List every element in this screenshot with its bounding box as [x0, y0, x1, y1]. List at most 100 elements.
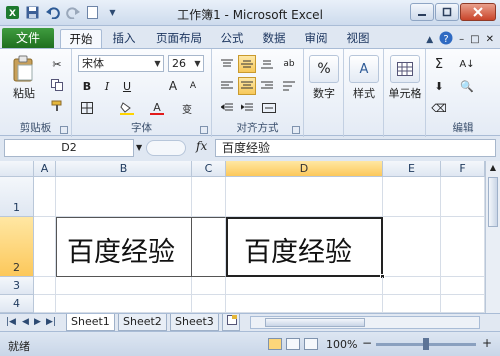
column-header-f[interactable]: F [441, 161, 485, 177]
merge-center-icon[interactable] [260, 99, 278, 117]
decrease-indent-icon[interactable] [218, 99, 236, 117]
h-scroll-thumb[interactable] [265, 318, 365, 327]
scroll-up-icon[interactable]: ▲ [486, 161, 500, 175]
column-header-c[interactable]: C [192, 161, 226, 177]
phonetic-icon[interactable]: 变 [178, 99, 196, 117]
align-center-icon[interactable] [238, 77, 256, 95]
page-layout-view-icon[interactable] [286, 338, 300, 350]
font-size-combo[interactable]: 26 ▼ [168, 55, 204, 72]
cell-f4[interactable] [441, 295, 485, 313]
help-icon[interactable]: ? [439, 31, 453, 48]
font-name-combo[interactable]: 宋体 ▼ [78, 55, 164, 72]
zoom-slider-thumb[interactable] [423, 338, 429, 350]
prev-sheet-icon[interactable]: ◀ [22, 317, 29, 327]
cell-e3[interactable] [383, 277, 441, 295]
horizontal-scrollbar[interactable] [250, 316, 480, 329]
insert-function-button[interactable]: fx [196, 139, 207, 153]
orientation-icon[interactable]: ab [280, 55, 298, 73]
ribbon-minimize-icon[interactable]: ▲ [426, 35, 433, 45]
cell-b2[interactable]: 百度经验 [56, 217, 192, 277]
bold-icon[interactable]: B [78, 77, 96, 95]
sort-filter-icon[interactable]: A↓ [458, 55, 476, 73]
select-all-corner[interactable] [0, 161, 34, 177]
cell-a4[interactable] [34, 295, 56, 313]
cell-e4[interactable] [383, 295, 441, 313]
close-icon[interactable] [460, 3, 496, 21]
cell-b3[interactable] [56, 277, 192, 295]
column-header-b[interactable]: B [56, 161, 192, 177]
row-header-4[interactable]: 4 [0, 295, 34, 313]
tab-data[interactable]: 数据 [256, 29, 292, 48]
cells-button[interactable]: 单元格 [386, 55, 424, 101]
cell-d1[interactable] [226, 177, 383, 217]
cut-icon[interactable]: ✂ [48, 55, 66, 73]
fill-icon[interactable]: ⬇ [430, 77, 448, 95]
tab-formulas[interactable]: 公式 [214, 29, 250, 48]
column-header-a[interactable]: A [34, 161, 56, 177]
increase-indent-icon[interactable] [238, 99, 256, 117]
normal-view-icon[interactable] [268, 338, 282, 350]
sheet-tab-sheet3[interactable]: Sheet3 [170, 314, 219, 331]
insert-sheet-icon[interactable] [222, 314, 240, 331]
tab-view[interactable]: 视图 [340, 29, 376, 48]
page-break-view-icon[interactable] [304, 338, 318, 350]
shrink-font-icon[interactable]: A [184, 77, 202, 95]
row-header-3[interactable]: 3 [0, 277, 34, 295]
first-sheet-icon[interactable]: |◀ [6, 317, 16, 327]
formula-input[interactable]: 百度经验 [215, 139, 496, 157]
column-header-e[interactable]: E [383, 161, 441, 177]
cell-c2[interactable] [192, 217, 226, 277]
doc-close-icon[interactable]: ✕ [486, 34, 494, 45]
cancel-formula-icon[interactable] [146, 140, 186, 156]
column-header-d[interactable]: D [226, 161, 383, 177]
next-sheet-icon[interactable]: ▶ [34, 317, 41, 327]
cell-a1[interactable] [34, 177, 56, 217]
tab-review[interactable]: 审阅 [298, 29, 334, 48]
cell-f3[interactable] [441, 277, 485, 295]
zoom-level[interactable]: 100% [326, 338, 357, 351]
align-top-icon[interactable] [218, 55, 236, 73]
cell-e2[interactable] [385, 217, 441, 277]
clipboard-launcher-icon[interactable] [60, 126, 68, 134]
cell-e1[interactable] [383, 177, 441, 217]
cell-f1[interactable] [441, 177, 485, 217]
clear-icon[interactable]: ⌫ [430, 99, 448, 117]
cell-d3[interactable] [226, 277, 383, 295]
cell-d4[interactable] [226, 295, 383, 313]
name-box-dropdown-icon[interactable]: ▼ [136, 143, 142, 152]
worksheet-grid[interactable]: A B C D E F 1 2 3 4 百度经验 百度经验 ▲ [0, 161, 500, 313]
cell-d2[interactable]: 百度经验 [226, 217, 383, 277]
doc-restore-icon[interactable]: □ [470, 34, 479, 45]
cell-a2[interactable] [34, 217, 56, 277]
wrap-text-icon[interactable] [280, 77, 298, 95]
copy-icon[interactable] [48, 76, 66, 94]
vertical-scrollbar[interactable]: ▲ [485, 161, 500, 313]
sheet-tab-sheet2[interactable]: Sheet2 [118, 314, 167, 331]
minimize-icon[interactable] [410, 3, 434, 21]
autosum-icon[interactable]: Σ [430, 55, 448, 73]
align-left-icon[interactable] [218, 77, 236, 95]
cell-f2[interactable] [441, 217, 485, 277]
zoom-in-icon[interactable]: + [482, 336, 492, 350]
cell-b4[interactable] [56, 295, 192, 313]
tab-file[interactable]: 文件 [2, 28, 54, 48]
align-bottom-icon[interactable] [258, 55, 276, 73]
cell-c1[interactable] [192, 177, 226, 217]
borders-icon[interactable] [78, 99, 96, 117]
zoom-out-icon[interactable]: − [362, 336, 372, 350]
paste-button[interactable]: 粘贴 [6, 55, 42, 101]
underline-icon[interactable]: U [118, 77, 136, 95]
format-painter-icon[interactable] [48, 97, 66, 115]
align-right-icon[interactable] [258, 77, 276, 95]
zoom-slider[interactable] [376, 338, 476, 350]
font-launcher-icon[interactable] [200, 126, 208, 134]
doc-minimize-icon[interactable]: – [459, 34, 464, 45]
row-header-1[interactable]: 1 [0, 177, 34, 217]
font-color-icon[interactable]: A [148, 99, 166, 117]
scroll-thumb[interactable] [488, 177, 498, 227]
italic-icon[interactable]: I [98, 77, 116, 95]
sheet-tab-sheet1[interactable]: Sheet1 [66, 314, 115, 331]
fill-color-icon[interactable] [118, 99, 136, 117]
grow-font-icon[interactable]: A [164, 77, 182, 95]
styles-button[interactable]: A 样式 [348, 55, 380, 101]
